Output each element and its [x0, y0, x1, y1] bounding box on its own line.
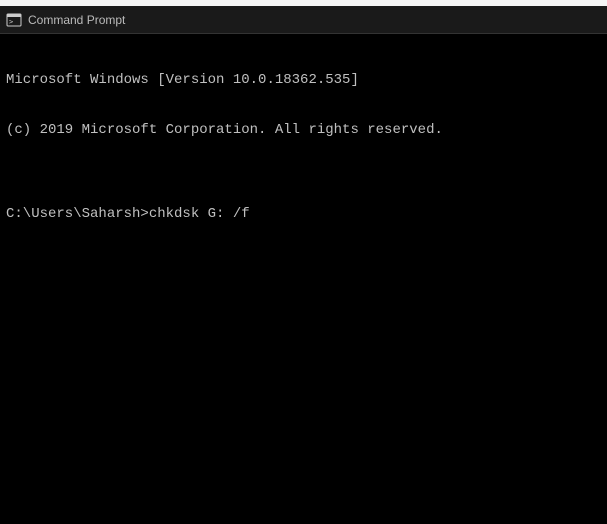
- svg-text:>_: >_: [9, 18, 18, 26]
- prompt-path: C:\Users\Saharsh>: [6, 206, 149, 223]
- command-prompt-window: >_ Command Prompt Microsoft Windows [Ver…: [0, 6, 607, 524]
- copyright-line: (c) 2019 Microsoft Corporation. All righ…: [6, 122, 601, 139]
- window-title: Command Prompt: [28, 13, 125, 27]
- prompt-line: C:\Users\Saharsh>chkdsk G: /f: [6, 206, 601, 223]
- typed-command: chkdsk G: /f: [149, 206, 250, 223]
- version-line: Microsoft Windows [Version 10.0.18362.53…: [6, 72, 601, 89]
- titlebar[interactable]: >_ Command Prompt: [0, 6, 607, 34]
- terminal-output[interactable]: Microsoft Windows [Version 10.0.18362.53…: [0, 34, 607, 524]
- command-prompt-icon: >_: [6, 12, 22, 28]
